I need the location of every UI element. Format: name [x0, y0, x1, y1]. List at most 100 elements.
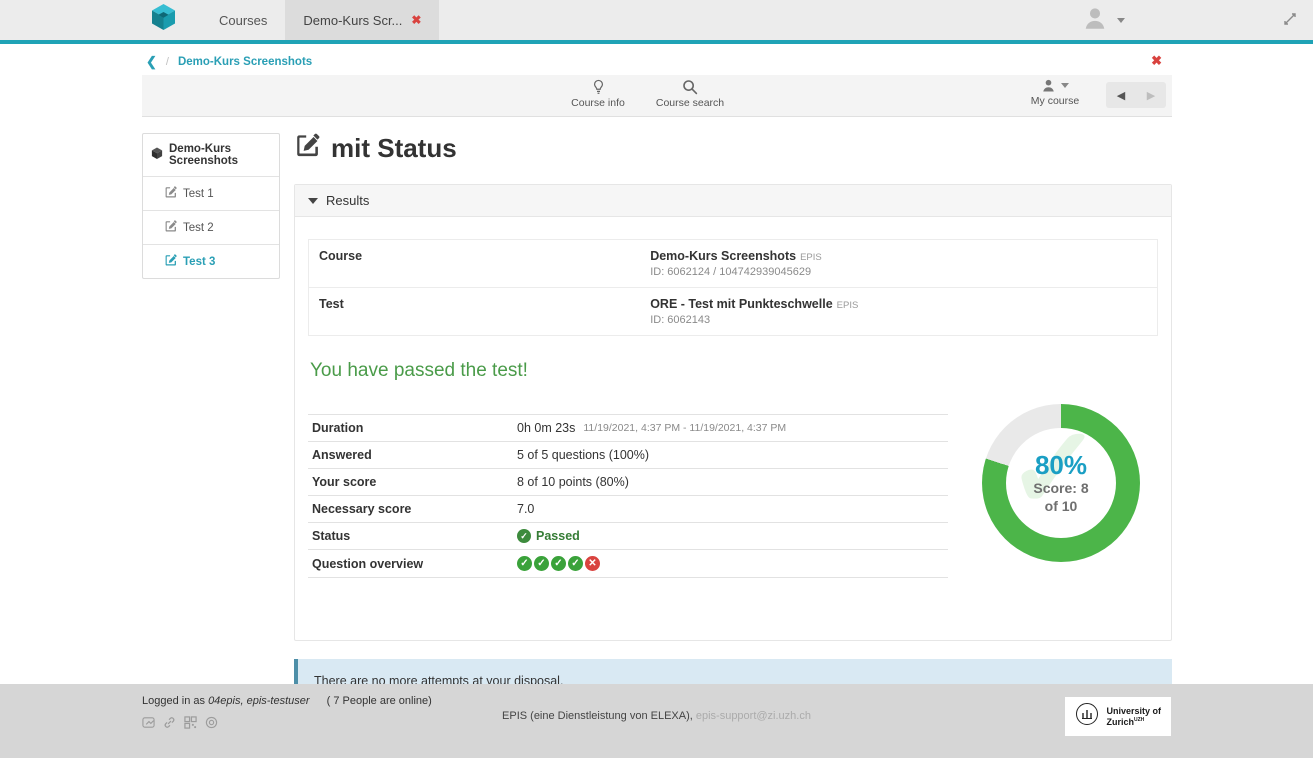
my-course-label: My course	[1031, 95, 1079, 107]
question-overview-icons: ✓✓✓✓✕	[517, 556, 600, 571]
content-shell: ❮ / Demo-Kurs Screenshots ✖ Course info	[142, 44, 1172, 730]
table-row: Duration 0h 0m 23s 11/19/2021, 4:37 PM -…	[308, 414, 948, 441]
sidebar-item-label: Test 3	[183, 256, 215, 268]
stat-label: Duration	[312, 421, 517, 435]
question-pass-icon[interactable]: ✓	[568, 556, 583, 571]
question-pass-icon[interactable]: ✓	[534, 556, 549, 571]
main-area: Demo-Kurs Screenshots Test 1	[142, 133, 1172, 730]
cube-icon	[151, 147, 163, 163]
edit-pencil-icon	[165, 220, 177, 235]
toolbar-right-group: My course ◀ ▶	[1016, 78, 1166, 108]
score-percent: 80%	[1035, 451, 1087, 480]
uzh-seal-icon	[1075, 702, 1099, 731]
stat-timestamps: 11/19/2021, 4:37 PM - 11/19/2021, 4:37 P…	[583, 422, 786, 434]
footer-inner: Logged in as 04epis, epis-testuser ( 7 P…	[0, 684, 1313, 758]
course-name: Demo-Kurs Screenshots	[650, 249, 796, 263]
course-menu: Demo-Kurs Screenshots Test 1	[142, 133, 280, 279]
uzh-sup: UZH	[1134, 717, 1144, 723]
detail-label: Course	[319, 249, 650, 263]
score-line2: of 10	[1045, 498, 1078, 514]
table-row: Answered 5 of 5 questions (100%)	[308, 441, 948, 468]
uzh-logo-text: University of ZurichUZH	[1106, 706, 1161, 728]
results-panel-header[interactable]: Results	[295, 185, 1171, 217]
chevron-down-icon	[1061, 83, 1069, 88]
detail-value: Demo-Kurs Screenshots EPIS ID: 6062124 / …	[650, 249, 822, 278]
uzh-line2: Zurich	[1106, 717, 1134, 727]
question-fail-icon[interactable]: ✕	[585, 556, 600, 571]
tab-courses[interactable]: Courses	[201, 0, 285, 40]
stat-label: Question overview	[312, 557, 517, 571]
app-window: Courses Demo-Kurs Scr... ✖ ❮ / De	[0, 0, 1313, 758]
next-button[interactable]: ▶	[1136, 82, 1166, 108]
course-info-label: Course info	[571, 97, 625, 109]
course-toolbar: Course info Course search	[142, 75, 1172, 117]
back-chevron-icon[interactable]: ❮	[146, 55, 157, 68]
breadcrumb-course-link[interactable]: Demo-Kurs Screenshots	[178, 56, 312, 68]
content-column: mit Status Results Course Demo-Kurs Scre…	[294, 133, 1172, 730]
test-id: ID: 6062143	[650, 314, 858, 326]
score-section: Duration 0h 0m 23s 11/19/2021, 4:37 PM -…	[308, 414, 1158, 582]
collapse-caret-icon	[308, 198, 318, 204]
breadcrumb-separator: /	[166, 56, 169, 68]
edit-pencil-square-icon	[296, 133, 320, 164]
table-row: Your score 8 of 10 points (80%)	[308, 468, 948, 495]
sidebar-item-label: Test 1	[183, 188, 214, 200]
stat-label: Necessary score	[312, 502, 517, 516]
tab-demo-kurs[interactable]: Demo-Kurs Scr... ✖	[285, 0, 439, 40]
stat-value: 5 of 5 questions (100%)	[517, 448, 649, 462]
lightbulb-icon	[591, 78, 606, 95]
sidebar-item-test-2[interactable]: Test 2	[143, 210, 279, 244]
uzh-logo[interactable]: University of ZurichUZH	[1065, 697, 1171, 736]
results-header-label: Results	[326, 193, 369, 208]
course-search-label: Course search	[656, 97, 724, 109]
person-icon	[1041, 78, 1056, 93]
sidebar-item-course-root[interactable]: Demo-Kurs Screenshots	[143, 134, 279, 176]
epis-tag: EPIS	[800, 252, 822, 263]
test-name: ORE - Test mit Punkteschwelle	[650, 297, 832, 311]
user-menu[interactable]	[1082, 0, 1125, 40]
course-info-button[interactable]: Course info	[559, 78, 637, 109]
status-badge: ✓ Passed	[517, 529, 580, 543]
sidebar-item-test-3[interactable]: Test 3	[143, 244, 279, 278]
results-panel-body: Course Demo-Kurs Screenshots EPIS ID: 606…	[295, 217, 1171, 640]
results-panel: Results Course Demo-Kurs Screenshots EPIS…	[294, 184, 1172, 641]
my-course-icon-group	[1041, 78, 1069, 93]
toolbar-center-group: Course info Course search	[559, 78, 729, 109]
pager: ◀ ▶	[1106, 82, 1166, 108]
chevron-down-icon	[1117, 18, 1125, 23]
stat-label: Status	[312, 529, 517, 543]
score-donut-center: ✓ 80% Score: 8 of 10	[1006, 428, 1116, 538]
stat-value: 7.0	[517, 502, 534, 516]
score-donut: ✓ 80% Score: 8 of 10	[982, 404, 1140, 562]
tab-courses-label: Courses	[219, 13, 267, 28]
search-icon	[682, 78, 698, 95]
score-line1: Score: 8	[1033, 480, 1088, 496]
course-id: ID: 6062124 / 104742939045629	[650, 266, 822, 278]
logged-in-status: Logged in as 04epis, epis-testuser ( 7 P…	[142, 695, 1171, 707]
table-row: Test ORE - Test mit PunkteschwelleEPIS I…	[309, 287, 1157, 335]
detail-value: ORE - Test mit Punkteschwelle EPIS ID: 60…	[650, 297, 858, 326]
uzh-line1: University of	[1106, 706, 1161, 716]
course-test-details-table: Course Demo-Kurs Screenshots EPIS ID: 606…	[308, 239, 1158, 336]
my-course-button[interactable]: My course	[1016, 78, 1094, 107]
logged-in-user: 04epis, epis-testuser	[208, 695, 310, 707]
support-email-link[interactable]: epis-support@zi.uzh.ch	[696, 710, 811, 722]
previous-button[interactable]: ◀	[1106, 82, 1136, 108]
footer: Logged in as 04epis, epis-testuser ( 7 P…	[0, 684, 1313, 758]
avatar	[1082, 5, 1108, 36]
edit-pencil-icon	[165, 254, 177, 269]
logged-in-prefix: Logged in as	[142, 695, 205, 707]
stat-label: Your score	[312, 475, 517, 489]
table-row: Status ✓ Passed	[308, 522, 948, 549]
openolat-logo-icon[interactable]	[150, 3, 177, 37]
course-search-button[interactable]: Course search	[651, 78, 729, 109]
question-pass-icon[interactable]: ✓	[551, 556, 566, 571]
sidebar-item-test-1[interactable]: Test 1	[143, 176, 279, 210]
question-pass-icon[interactable]: ✓	[517, 556, 532, 571]
fullscreen-icon[interactable]	[1283, 12, 1297, 31]
close-course-icon[interactable]: ✖	[1151, 53, 1162, 69]
score-stats-table: Duration 0h 0m 23s 11/19/2021, 4:37 PM -…	[308, 414, 948, 578]
epis-tag: EPIS	[837, 300, 859, 311]
stat-label: Answered	[312, 448, 517, 462]
tab-close-icon[interactable]: ✖	[411, 13, 421, 27]
